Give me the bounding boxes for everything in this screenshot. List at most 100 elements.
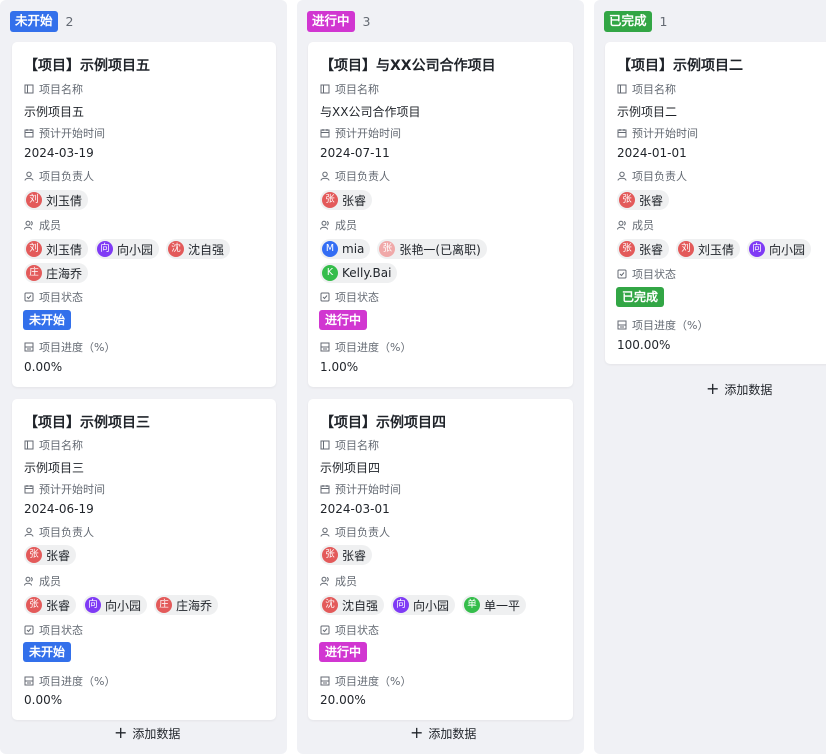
- calendar-icon: [24, 485, 34, 494]
- person-chip[interactable]: 沈沈自强: [166, 239, 231, 259]
- users-icon: [24, 220, 33, 230]
- user-icon: [24, 527, 34, 537]
- person-name: 庄海乔: [176, 598, 213, 613]
- field-label-owner: 项目负责人: [617, 169, 687, 183]
- person-chip[interactable]: 庄庄海乔: [24, 263, 89, 283]
- checkbox-icon: [24, 625, 34, 635]
- plus-icon: +: [410, 723, 424, 742]
- project-card[interactable]: 【项目】示例项目五 项目名称 示例项目五 预计开始时间 2024-03-19 项…: [12, 42, 276, 387]
- calendar-icon: [320, 485, 330, 494]
- add-data-button[interactable]: + 添加数据: [410, 724, 476, 742]
- field-label-progress: 项目进度（%）: [24, 340, 115, 354]
- field-label-owner: 项目负责人: [320, 169, 390, 183]
- avatar: 张: [322, 192, 338, 208]
- person-chip[interactable]: 张张睿: [320, 545, 373, 565]
- person-name: 向小园: [413, 598, 450, 613]
- add-data-button[interactable]: + 添加数据: [114, 724, 180, 742]
- field-label-progress: 项目进度（%）: [617, 318, 708, 332]
- add-data-button[interactable]: + 添加数据: [706, 380, 772, 398]
- person-chip[interactable]: Mmia: [320, 239, 371, 259]
- avatar: 向: [749, 241, 766, 257]
- person-chip[interactable]: 庄庄海乔: [154, 595, 219, 615]
- column-header: 未开始 2: [10, 10, 73, 32]
- avatar: 沈: [168, 241, 185, 257]
- users-icon: [24, 576, 33, 586]
- avatar: 张: [322, 547, 338, 563]
- person-chip[interactable]: 向向小园: [747, 239, 812, 259]
- person-chip[interactable]: 刘刘玉倩: [24, 190, 89, 210]
- calendar-icon: [320, 129, 330, 138]
- field-value-progress: 0.00%: [24, 360, 63, 374]
- person-name: 沈自强: [342, 598, 379, 613]
- member-chips: 张张睿刘刘玉倩向向小园: [617, 239, 826, 259]
- person-name: 张睿: [639, 193, 664, 208]
- users-icon: [320, 220, 329, 230]
- avatar: M: [322, 241, 338, 257]
- field-label-progress: 项目进度（%）: [320, 340, 411, 354]
- person-chip[interactable]: 沈沈自强: [320, 595, 385, 615]
- avatar: 刘: [26, 241, 42, 257]
- person-chip[interactable]: 单单一平: [462, 595, 527, 615]
- avatar: 张: [619, 241, 635, 257]
- board-column-completed: 已完成 1 【项目】示例项目二 项目名称 示例项目二 预计开始时间 2024-0…: [594, 0, 826, 754]
- person-chip[interactable]: 张张睿: [617, 190, 670, 210]
- status-badge: 进行中: [319, 642, 368, 662]
- progress-icon: [24, 342, 34, 352]
- owner-chips: 张张睿: [24, 545, 274, 565]
- board-column-not-started: 未开始 2 【项目】示例项目五 项目名称 示例项目五 预计开始时间 2024-0…: [0, 0, 287, 754]
- project-card[interactable]: 【项目】示例项目二 项目名称 示例项目二 预计开始时间 2024-01-01 项…: [605, 42, 826, 364]
- person-chip[interactable]: 张张睿: [617, 239, 670, 259]
- person-name: 向小园: [105, 598, 142, 613]
- column-header: 进行中 3: [307, 10, 370, 32]
- field-label-members: 成员: [320, 574, 357, 588]
- avatar: 庄: [26, 265, 42, 281]
- status-badge: 未开始: [23, 310, 72, 330]
- person-chip[interactable]: 向向小园: [95, 239, 160, 259]
- user-icon: [320, 171, 330, 181]
- field-label-name: 项目名称: [617, 82, 676, 96]
- owner-chips: 张张睿: [617, 190, 826, 210]
- person-chip[interactable]: 张张睿: [24, 595, 77, 615]
- person-name: 刘玉倩: [698, 242, 735, 257]
- owner-chips: 张张睿: [320, 545, 570, 565]
- project-card[interactable]: 【项目】与XX公司合作项目 项目名称 与XX公司合作项目 预计开始时间 2024…: [308, 42, 573, 387]
- person-chip[interactable]: K Kelly.Bai: [320, 263, 398, 283]
- person-name: 刘玉倩: [46, 193, 83, 208]
- person-name: 张艳一(已离职): [399, 242, 481, 257]
- person-name: 刘玉倩: [46, 242, 83, 257]
- avatar: 向: [393, 597, 410, 613]
- avatar: 沈: [322, 597, 338, 613]
- field-value-start: 2024-03-01: [320, 502, 390, 516]
- add-data-label: 添加数据: [428, 726, 477, 741]
- person-chip[interactable]: 刘刘玉倩: [676, 239, 741, 259]
- member-chips: 刘刘玉倩向向小园沈沈自强庄庄海乔: [24, 239, 274, 283]
- project-card[interactable]: 【项目】示例项目四 项目名称 示例项目四 预计开始时间 2024-03-01 项…: [308, 399, 573, 720]
- progress-icon: [320, 676, 330, 686]
- member-chips: Mmia 张张艳一(已离职) K Kelly.Bai: [320, 239, 570, 283]
- progress-icon: [24, 676, 34, 686]
- person-name: 张睿: [46, 598, 71, 613]
- add-data-label: 添加数据: [724, 382, 773, 397]
- person-name: 单一平: [484, 598, 521, 613]
- person-chip[interactable]: 向向小园: [83, 595, 148, 615]
- person-chip[interactable]: 向向小园: [391, 595, 456, 615]
- project-card[interactable]: 【项目】示例项目三 项目名称 示例项目三 预计开始时间 2024-06-19 项…: [12, 399, 276, 720]
- field-label-name: 项目名称: [24, 438, 83, 452]
- card-title: 【项目】与XX公司合作项目: [320, 58, 496, 74]
- checkbox-icon: [320, 625, 330, 635]
- person-chip[interactable]: 张张睿: [24, 545, 77, 565]
- field-value-name: 示例项目五: [24, 105, 85, 119]
- person-chip[interactable]: 刘刘玉倩: [24, 239, 89, 259]
- status-badge: 进行中: [319, 310, 368, 330]
- field-label-members: 成员: [24, 574, 61, 588]
- calendar-icon: [24, 129, 34, 138]
- column-count: 1: [659, 13, 668, 29]
- person-chip[interactable]: 张张艳一(已离职): [377, 239, 487, 259]
- person-name: 庄海乔: [46, 266, 83, 281]
- field-label-name: 项目名称: [320, 82, 379, 96]
- field-value-name: 示例项目三: [24, 461, 85, 475]
- person-chip[interactable]: 张张睿: [320, 190, 373, 210]
- field-label-start: 预计开始时间: [320, 126, 401, 140]
- avatar: 张: [26, 547, 42, 563]
- avatar: 张: [619, 192, 635, 208]
